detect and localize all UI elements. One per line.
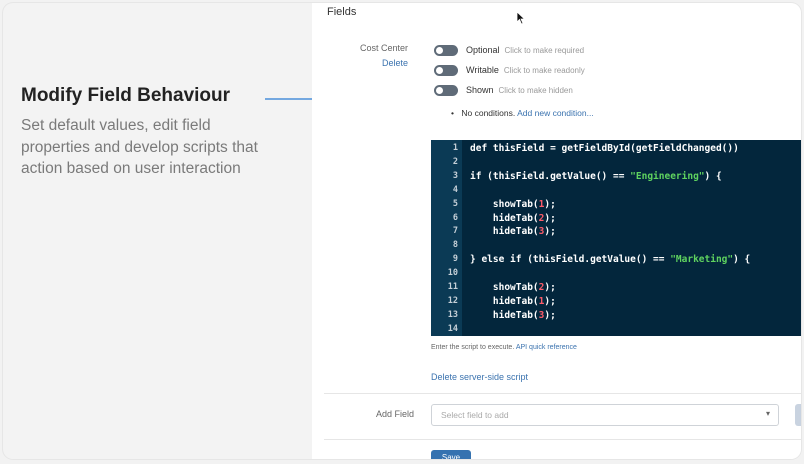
add-condition-link[interactable]: Add new condition... <box>517 108 594 118</box>
field-delete-link[interactable]: Delete <box>382 58 408 68</box>
writable-label: Writable <box>466 65 499 75</box>
optional-label: Optional <box>466 45 500 55</box>
toggle-switch-icon[interactable] <box>434 44 458 56</box>
code-token: hideTab( <box>470 212 539 224</box>
script-hint: Enter the script to execute. API quick r… <box>431 344 577 351</box>
code-token: hideTab( <box>470 295 539 307</box>
script-hint-text: Enter the script to execute. <box>431 344 515 351</box>
code-token: showTab( <box>470 198 539 210</box>
code-line[interactable]: 4 <box>431 184 801 198</box>
field-name-label: Cost Center <box>359 43 408 53</box>
line-number: 6 <box>452 212 458 223</box>
callout-description: Set default values, edit field propertie… <box>21 117 258 177</box>
code-token: def thisField = getFieldById(getFieldCha… <box>470 143 739 154</box>
mouse-cursor-icon <box>516 11 526 25</box>
code-text: hideTab(3); <box>470 309 556 323</box>
line-number: 7 <box>452 226 458 237</box>
tutorial-slide: Modify Field Behaviour Set default value… <box>3 3 801 459</box>
toggle-switch-icon[interactable] <box>434 84 458 96</box>
code-text: hideTab(3); <box>470 225 556 239</box>
code-token: showTab( <box>470 282 539 293</box>
shown-label: Shown <box>466 85 494 95</box>
code-string: "Engineering" <box>630 170 705 182</box>
code-line[interactable]: 9 } else if (thisField.getValue() == "Mar… <box>431 253 801 267</box>
line-number: 8 <box>452 240 458 251</box>
code-line[interactable]: 5 showTab(1); <box>431 198 801 212</box>
line-number: 3 <box>452 170 458 181</box>
api-reference-link[interactable]: API quick reference <box>516 344 577 351</box>
code-line[interactable]: 7 hideTab(3); <box>431 225 801 239</box>
shown-toggle-row[interactable]: Shown Click to make hidden <box>434 83 573 97</box>
line-number: 9 <box>452 254 458 265</box>
divider <box>324 439 801 440</box>
code-token: ) { <box>733 254 751 266</box>
code-line[interactable]: 12 hideTab(1); <box>431 295 801 309</box>
code-token: ); <box>544 309 556 321</box>
code-token: } else if (thisField.getValue() == <box>470 254 671 266</box>
script-editor[interactable]: 1 def thisField = getFieldById(getFieldCh… <box>431 140 801 336</box>
code-token: hideTab( <box>470 309 539 321</box>
code-line[interactable]: 1 def thisField = getFieldById(getFieldCh… <box>431 142 801 156</box>
line-number: 5 <box>452 198 458 209</box>
code-text: if (thisField.getValue() == "Engineering… <box>470 170 722 184</box>
shown-hint[interactable]: Click to make hidden <box>499 86 573 95</box>
optional-toggle-row[interactable]: Optional Click to make required <box>434 43 584 57</box>
callout-title: Modify Field Behaviour <box>21 85 231 106</box>
code-token: ); <box>544 198 556 210</box>
line-number: 14 <box>447 323 458 334</box>
code-line[interactable]: 8 <box>431 239 801 253</box>
line-number: 4 <box>452 184 458 195</box>
no-conditions-text: No conditions. <box>461 108 516 118</box>
code-line[interactable]: 6 hideTab(2); <box>431 212 801 226</box>
delete-script-link[interactable]: Delete server-side script <box>431 372 528 382</box>
code-text: } else if (thisField.getValue() == "Mark… <box>470 253 750 267</box>
code-text: showTab(2); <box>470 281 556 295</box>
bullet-icon: • <box>451 108 454 118</box>
code-token: ) { <box>704 170 722 182</box>
writable-hint[interactable]: Click to make readonly <box>504 66 585 75</box>
code-line[interactable]: 13 hideTab(3); <box>431 309 801 323</box>
line-number: 2 <box>452 156 458 167</box>
code-token: ); <box>544 295 556 307</box>
add-field-placeholder: Select field to add <box>441 410 509 420</box>
optional-hint[interactable]: Click to make required <box>505 46 585 55</box>
line-number: 10 <box>447 268 458 279</box>
code-line[interactable]: 10 <box>431 267 801 281</box>
code-token: hideTab( <box>470 226 539 238</box>
code-text: hideTab(1); <box>470 295 556 309</box>
code-string: "Marketing" <box>670 254 734 266</box>
code-line[interactable]: 11 showTab(2); <box>431 281 801 295</box>
add-field-select[interactable]: Select field to add ▾ <box>431 404 779 426</box>
code-line[interactable]: 14 <box>431 323 801 336</box>
divider <box>324 393 801 394</box>
code-text: hideTab(2); <box>470 212 556 226</box>
fields-section-label: Fields <box>327 6 357 18</box>
chevron-down-icon: ▾ <box>765 409 770 418</box>
code-token: ); <box>544 282 556 293</box>
code-text: showTab(1); <box>470 198 556 212</box>
code-token: ); <box>544 212 556 224</box>
code-token: if (thisField.getValue() == <box>470 170 631 182</box>
code-token: ); <box>544 226 556 238</box>
line-number: 11 <box>447 282 458 292</box>
toggle-switch-icon[interactable] <box>434 64 458 76</box>
code-line[interactable]: 2 <box>431 156 801 170</box>
behaviour-panel: Fields Cost Center Delete Optional Click… <box>312 3 801 459</box>
code-line[interactable]: 3 if (thisField.getValue() == "Engineerin… <box>431 170 801 184</box>
writable-toggle-row[interactable]: Writable Click to make readonly <box>434 63 585 77</box>
add-field-label: Add Field <box>376 409 415 419</box>
save-button[interactable]: Save <box>431 450 471 459</box>
add-field-button[interactable] <box>795 404 801 426</box>
line-number: 12 <box>447 295 458 306</box>
conditions-row: • No conditions. Add new condition... <box>451 108 594 118</box>
code-text: def thisField = getFieldById(getFieldCha… <box>470 142 739 156</box>
line-number: 1 <box>452 143 458 153</box>
line-number: 13 <box>447 309 458 320</box>
